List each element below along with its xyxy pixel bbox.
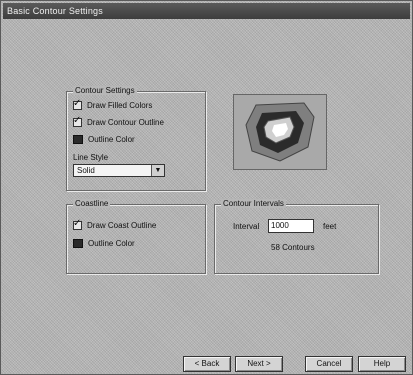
draw-filled-colors-checkbox[interactable]: Draw Filled Colors: [73, 98, 153, 110]
draw-coast-outline-label: Draw Coast Outline: [87, 221, 157, 230]
interval-input[interactable]: 1000: [268, 219, 314, 233]
contour-outline-color-swatch[interactable]: [73, 135, 83, 144]
contour-preview: [233, 94, 327, 170]
contour-count: 58 Contours: [271, 243, 315, 252]
draw-contour-outline-label: Draw Contour Outline: [87, 118, 164, 127]
draw-contour-outline-checkbox[interactable]: Draw Contour Outline: [73, 115, 164, 127]
draw-contour-outline-check-icon[interactable]: [73, 115, 82, 127]
draw-coast-outline-check-icon[interactable]: [73, 218, 82, 230]
contour-outline-color-label: Outline Color: [88, 135, 135, 144]
contour-intervals-title: Contour Intervals: [221, 199, 286, 208]
line-style-value: Solid: [77, 166, 95, 175]
basic-contour-settings-window: Basic Contour Settings Contour Settings …: [0, 0, 413, 375]
draw-filled-colors-label: Draw Filled Colors: [87, 101, 153, 110]
window-title: Basic Contour Settings: [3, 3, 410, 19]
next-button[interactable]: Next >: [235, 356, 283, 372]
chevron-down-icon[interactable]: ▼: [151, 165, 164, 176]
back-button[interactable]: < Back: [183, 356, 231, 372]
line-style-select[interactable]: Solid ▼: [73, 164, 165, 177]
draw-coast-outline-checkbox[interactable]: Draw Coast Outline: [73, 218, 157, 230]
interval-unit-label: feet: [323, 222, 337, 231]
coast-outline-color-button[interactable]: Outline Color: [73, 239, 135, 248]
contour-outline-color-button[interactable]: Outline Color: [73, 135, 135, 144]
coast-outline-color-label: Outline Color: [88, 239, 135, 248]
coastline-title: Coastline: [73, 199, 111, 208]
contour-intervals-group: Contour Intervals: [214, 199, 379, 274]
draw-filled-colors-check-icon[interactable]: [73, 98, 82, 110]
help-button[interactable]: Help: [358, 356, 406, 372]
line-style-label: Line Style: [73, 153, 109, 162]
coast-outline-color-swatch[interactable]: [73, 239, 83, 248]
contour-settings-title: Contour Settings: [73, 86, 137, 95]
cancel-button[interactable]: Cancel: [305, 356, 353, 372]
interval-label: Interval: [233, 222, 260, 231]
contour-preview-icon: [245, 102, 315, 162]
